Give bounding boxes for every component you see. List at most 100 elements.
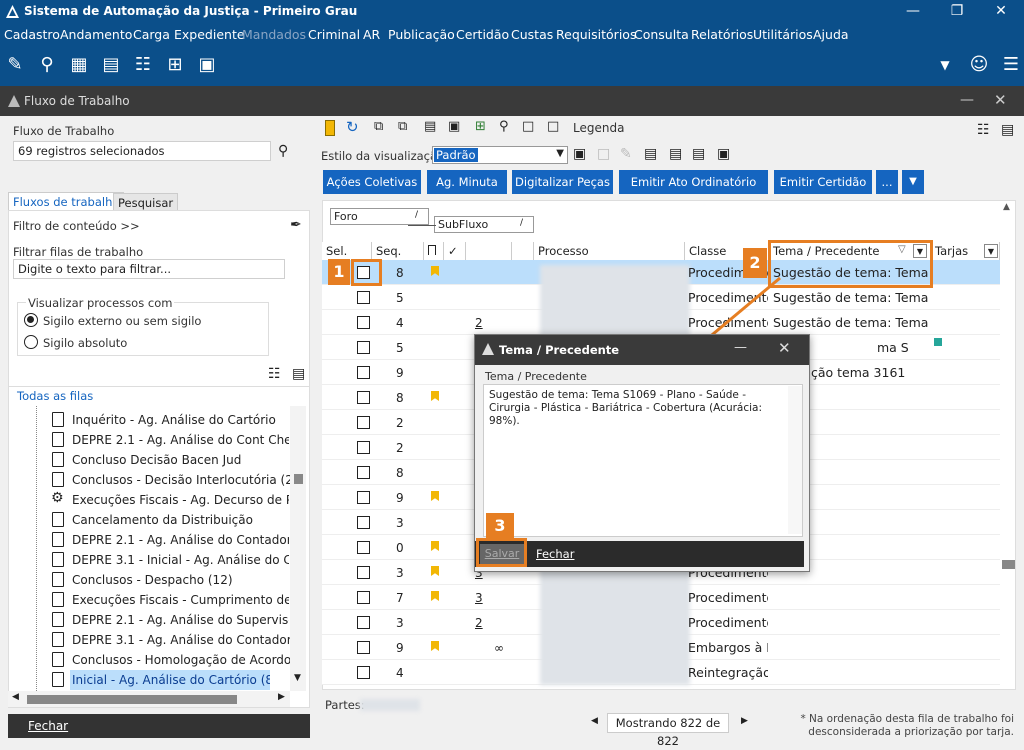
col-processo[interactable]: Processo <box>534 242 685 260</box>
tab-pesquisar[interactable]: Pesquisar <box>113 193 179 211</box>
menu-utilitarios[interactable]: Utilitários <box>753 27 813 42</box>
row-checkbox[interactable] <box>357 291 370 304</box>
queue-item[interactable]: Conclusos - Homologação de Acordo <box>72 650 312 670</box>
menu-carga[interactable]: Carga <box>133 27 170 42</box>
col-sel[interactable]: Sel. <box>322 242 372 260</box>
duplicate-icon[interactable]: ⧉ <box>398 119 407 134</box>
todas-filas-label[interactable]: Todas as filas <box>17 389 93 403</box>
row-checkbox[interactable] <box>357 591 370 604</box>
dialog-minimize-icon[interactable]: — <box>734 340 747 355</box>
menu-expediente[interactable]: Expediente <box>174 27 245 42</box>
left-fechar-button[interactable]: Fechar <box>28 719 68 733</box>
expand-actions-icon[interactable]: ▼ <box>902 170 924 194</box>
document-icon[interactable]: ▤ <box>669 146 682 162</box>
col-blank1[interactable] <box>466 242 512 260</box>
restore-icon[interactable]: ❐ <box>936 0 978 24</box>
tree-view-icon[interactable]: ☷ <box>977 122 990 138</box>
queue-item[interactable]: Execuções Fiscais - Ag. Decurso de Prazo <box>72 490 289 510</box>
folder-icon[interactable]: ▣ <box>196 54 218 76</box>
row-checkbox[interactable] <box>357 316 370 329</box>
row-checkbox[interactable] <box>357 491 370 504</box>
next-page-icon[interactable]: ▶ <box>741 716 748 726</box>
scroll-left-icon[interactable]: ◀ <box>12 692 19 702</box>
queue-item[interactable]: Concluso Decisão Bacen Jud <box>72 450 312 470</box>
trash-icon[interactable]: ▣ <box>717 146 730 162</box>
menu-cadastro[interactable]: Cadastro <box>4 27 60 42</box>
queue-item[interactable]: Conclusos - Despacho (12) <box>72 570 312 590</box>
users-icon[interactable]: ☺ <box>968 54 990 76</box>
menu-requisitorios[interactable]: Requisitórios <box>556 27 636 42</box>
hierarchy-icon[interactable]: ☷ <box>132 54 154 76</box>
export-icon[interactable]: ⊞ <box>475 119 486 134</box>
rename-style-icon[interactable]: ✎ <box>620 146 632 162</box>
printer-icon[interactable]: ▤ <box>100 54 122 76</box>
row-tema[interactable]: Sugestão de tema: Tema S <box>773 315 931 330</box>
queue-item[interactable]: Inquérito - Ag. Análise do Cartório <box>72 410 312 430</box>
col-bookmark[interactable] <box>424 242 444 260</box>
menu-andamento[interactable]: Andamento <box>60 27 132 42</box>
tree-scrollbar[interactable] <box>290 406 306 691</box>
comment-icon[interactable]: □ <box>522 119 534 134</box>
refresh-icon[interactable]: ↻ <box>346 118 359 136</box>
add-document-icon[interactable]: ⊞ <box>164 54 186 76</box>
col-blank2[interactable] <box>512 242 534 260</box>
row-tema[interactable]: ma S <box>877 340 931 355</box>
dropdown-arrow-icon[interactable]: ▼ <box>934 54 956 76</box>
row-checkbox[interactable] <box>357 666 370 679</box>
menu-custas[interactable]: Custas <box>511 27 553 42</box>
row-checkbox[interactable] <box>357 341 370 354</box>
menu-ar[interactable]: AR <box>363 27 380 42</box>
menu-consulta[interactable]: Consulta <box>634 27 689 42</box>
calendar-icon[interactable]: ▦ <box>68 54 90 76</box>
scroll-up-icon[interactable]: ▲ <box>1003 202 1010 212</box>
copy-icon[interactable]: ⧉ <box>374 119 383 134</box>
emitir-certidao-button[interactable]: Emitir Certidão <box>774 170 872 194</box>
dialog-scrollbar[interactable] <box>788 386 802 534</box>
print-icon[interactable]: ▤ <box>424 119 436 134</box>
filtro-conteudo-toggle[interactable]: Filtro de conteúdo >> <box>13 219 140 233</box>
radio-sigilo-absoluto[interactable] <box>24 335 38 349</box>
row-checkbox[interactable] <box>357 541 370 554</box>
legenda-label[interactable]: Legenda <box>573 121 624 135</box>
row-checkbox[interactable] <box>357 566 370 579</box>
more-button[interactable]: ... <box>876 170 898 194</box>
fluxo-input[interactable]: 69 registros selecionados <box>13 141 271 161</box>
search-icon[interactable]: ⚲ <box>278 143 288 159</box>
close-window-icon[interactable]: ✕ <box>980 0 1022 24</box>
row-checkbox[interactable] <box>357 641 370 654</box>
row-checkbox[interactable] <box>357 466 370 479</box>
menu-mandados[interactable]: Mandados <box>242 27 306 42</box>
row-count-link[interactable]: 2 <box>475 616 483 630</box>
menu-criminal[interactable]: Criminal <box>308 27 360 42</box>
tab-fluxos[interactable]: Fluxos de trabalho <box>8 192 125 210</box>
grid-scroll-thumb[interactable] <box>1002 560 1015 569</box>
queue-item[interactable]: DEPRE 3.1 - Inicial - Ag. Análise do Con… <box>72 550 289 570</box>
messages-icon[interactable]: □ <box>547 119 559 134</box>
dialog-close-icon[interactable]: ✕ <box>778 339 791 357</box>
col-check[interactable]: ✓ <box>444 242 466 260</box>
clear-filter-icon[interactable]: ✒ <box>290 217 302 233</box>
queue-item[interactable]: DEPRE 3.1 - Ag. Análise do Contador <box>72 630 312 650</box>
export-style-icon[interactable]: ▤ <box>644 146 657 162</box>
col-seq[interactable]: Seq. <box>372 242 424 260</box>
row-checkbox[interactable] <box>357 391 370 404</box>
row-tema[interactable]: ção tema 3161 <box>811 365 931 380</box>
group-foro[interactable]: Foro / <box>330 208 429 225</box>
queue-item-selected[interactable]: Inicial - Ag. Análise do Cartório (822) <box>70 670 270 690</box>
tree-hscroll-thumb[interactable] <box>27 695 237 704</box>
row-count-link[interactable]: 2 <box>475 316 483 330</box>
delete-style-icon[interactable]: □ <box>597 146 610 162</box>
queue-item[interactable]: Conclusos - Decisão Interlocutória (2) <box>72 470 312 490</box>
filtrar-input[interactable]: Digite o texto para filtrar... <box>13 259 285 279</box>
scroll-right-icon[interactable]: ▶ <box>278 692 285 702</box>
panel-close-icon[interactable]: ✕ <box>994 91 1007 109</box>
tree-expand-icon[interactable]: ☷ <box>268 366 281 382</box>
window-icon[interactable]: ▤ <box>692 146 705 162</box>
dialog-fechar-button[interactable]: Fechar <box>536 547 574 561</box>
prev-page-icon[interactable]: ◀ <box>591 716 598 726</box>
group-subfluxo[interactable]: SubFluxo / <box>434 216 534 233</box>
row-checkbox[interactable] <box>357 441 370 454</box>
edit-icon[interactable]: ✎ <box>4 54 26 76</box>
queue-item[interactable]: Cancelamento da Distribuição <box>72 510 312 530</box>
row-count-link[interactable]: 3 <box>475 591 483 605</box>
